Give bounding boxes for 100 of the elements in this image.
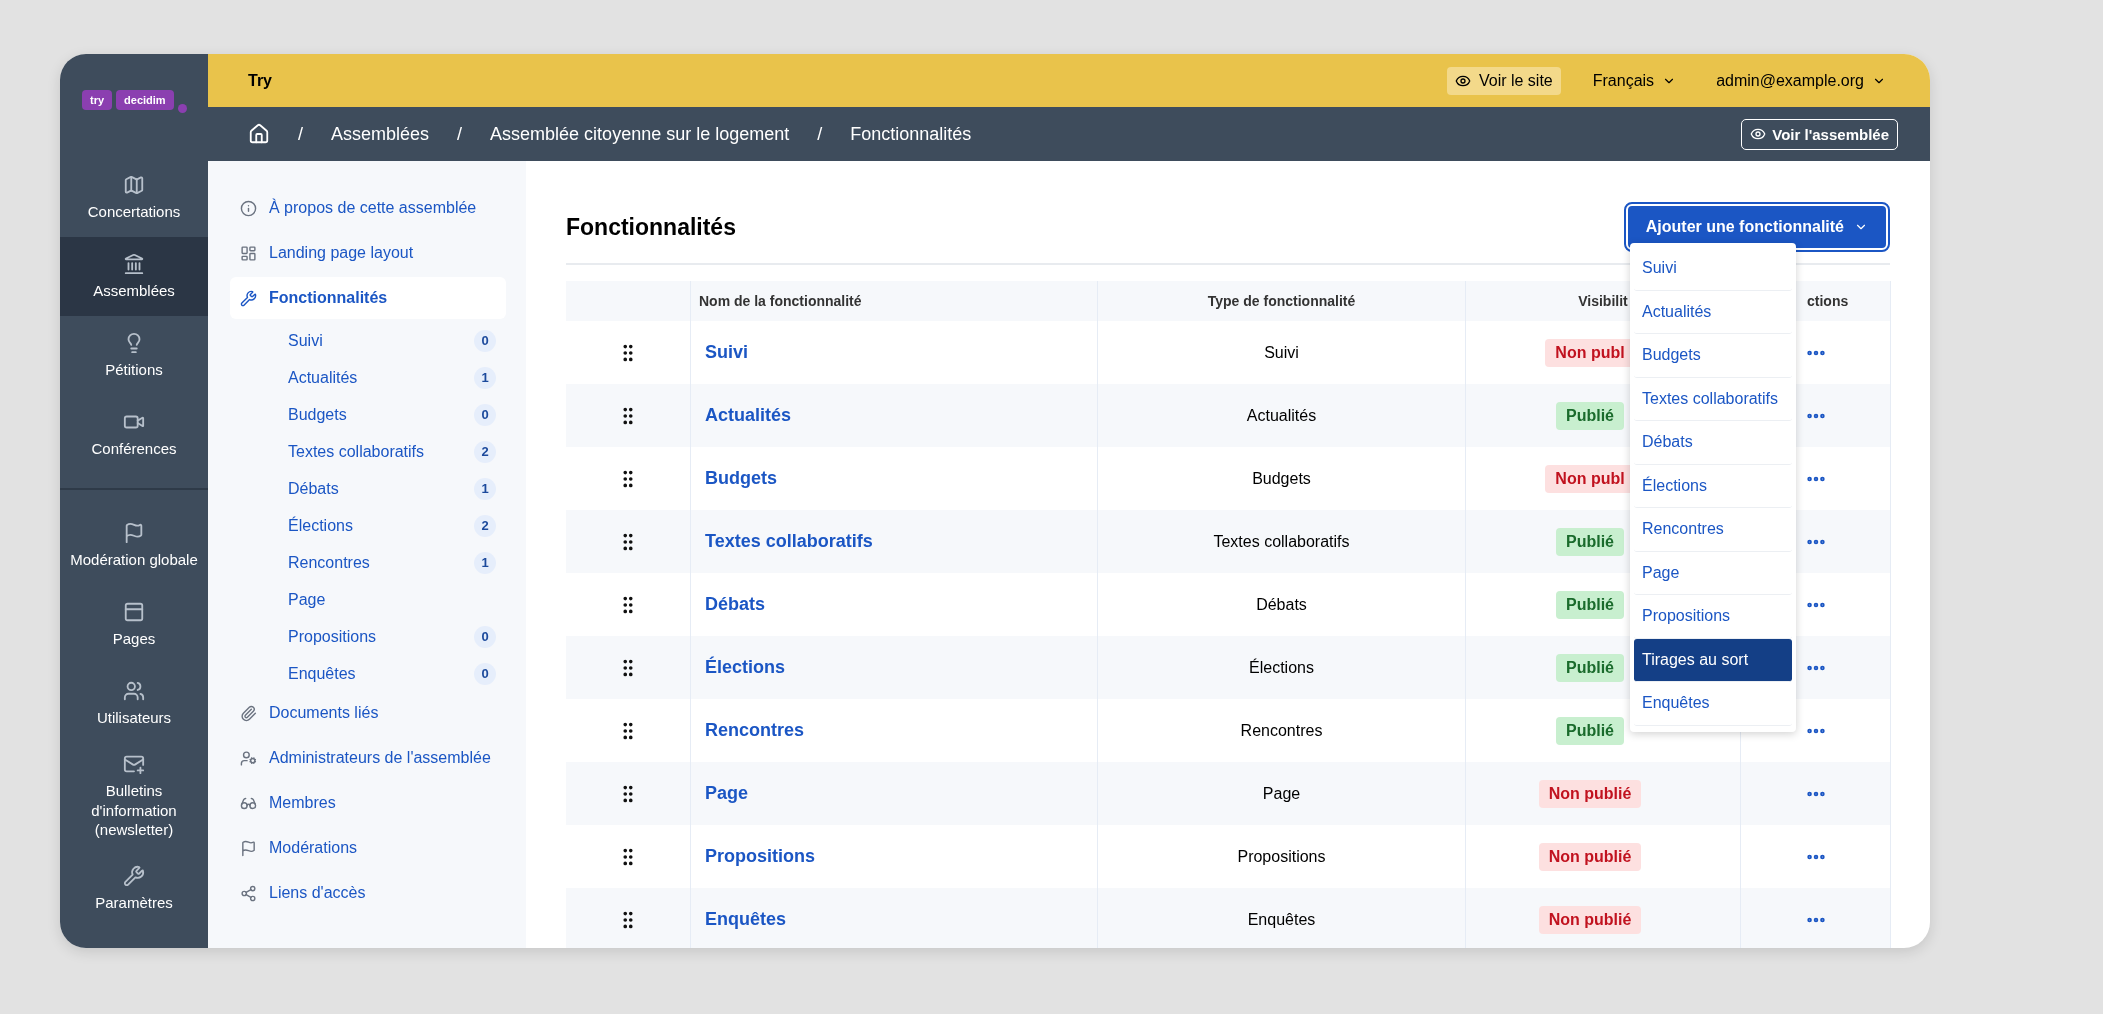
paperclip-icon — [240, 704, 257, 722]
sidebar-link[interactable]: Liens d'accès — [230, 872, 506, 914]
table-cell: Actualités — [1246, 406, 1317, 425]
component-label: Budgets — [288, 405, 347, 424]
column-header: Type de fonctionnalité — [1207, 293, 1356, 309]
sidebar-item[interactable]: Concertations — [60, 158, 208, 237]
table-cell: Élections — [1249, 658, 1314, 677]
menu-item[interactable]: Tirages au sort — [1634, 638, 1792, 682]
logo-text: decidim — [116, 90, 174, 110]
component-link[interactable]: Débats 1 — [230, 470, 506, 507]
component-label: Rencontres — [288, 553, 370, 572]
breadcrumb-separator: / — [817, 123, 823, 145]
component-name-link[interactable]: Budgets — [691, 468, 777, 489]
count-badge: 0 — [474, 329, 496, 352]
count-badge: 1 — [474, 551, 496, 574]
building-icon — [123, 252, 145, 275]
count-badge: 1 — [474, 477, 496, 500]
component-label: Page — [288, 590, 326, 609]
visibility-badge: Non publié — [1538, 842, 1642, 871]
share-icon — [240, 884, 257, 902]
sidebar-item[interactable]: Bulletins d'information (newsletter) — [60, 743, 208, 850]
component-name-link[interactable]: Débats — [691, 594, 766, 615]
sidebar-item[interactable]: Utilisateurs — [60, 664, 208, 743]
component-link[interactable]: Élections 2 — [230, 507, 506, 544]
breadcrumb-link[interactable]: Fonctionnalités — [850, 123, 972, 145]
table-cell: Enquêtes — [1247, 910, 1316, 929]
count-badge: 0 — [474, 403, 496, 426]
flag-icon — [123, 521, 145, 544]
visibility-badge: Publié — [1556, 590, 1624, 619]
sidebar-link[interactable]: Documents liés — [230, 692, 506, 734]
sidebar-link[interactable]: Membres — [230, 782, 506, 824]
component-name-link[interactable]: Élections — [691, 657, 786, 678]
page-icon — [123, 600, 145, 623]
column-header: ctions — [1807, 293, 1849, 309]
sidebar-item[interactable]: Pétitions — [60, 316, 208, 395]
sidebar-link[interactable]: Administrateurs de l'assemblée — [230, 737, 506, 779]
eye-icon — [1750, 126, 1767, 142]
breadcrumb-separator: / — [457, 123, 463, 145]
home-icon[interactable] — [248, 123, 270, 145]
site-title: Try — [248, 71, 272, 90]
count-badge: 0 — [474, 625, 496, 648]
component-name-link[interactable]: Suivi — [691, 342, 748, 363]
component-name-link[interactable]: Page — [691, 783, 749, 804]
language-selector[interactable]: Français — [1584, 66, 1685, 95]
component-label: Élections — [288, 516, 353, 535]
column-header: Nom de la fonctionnalité — [699, 293, 862, 309]
visibility-badge: Non publié — [1538, 905, 1642, 934]
count-badge: 0 — [474, 662, 496, 685]
component-name-link[interactable]: Textes collaboratifs — [691, 531, 873, 552]
view-site-link[interactable]: Voir le site — [1446, 66, 1561, 95]
sidebar-link[interactable]: Modérations — [230, 827, 506, 869]
visibility-badge: Publié — [1556, 527, 1624, 556]
component-name-link[interactable]: Rencontres — [691, 720, 805, 741]
component-label: Suivi — [288, 331, 323, 350]
table-cell: Rencontres — [1240, 721, 1323, 740]
component-link[interactable]: Actualités 1 — [230, 359, 506, 396]
visibility-badge: Publié — [1556, 653, 1624, 682]
component-label: Actualités — [288, 368, 358, 387]
logo-text: try — [82, 90, 113, 110]
table-cell: Débats — [1256, 595, 1307, 614]
breadcrumb-link[interactable]: Assemblée citoyenne sur le logement — [490, 123, 790, 145]
layout-icon — [240, 244, 257, 262]
sidebar-link[interactable]: Landing page layout — [230, 232, 506, 274]
table-cell: Textes collaboratifs — [1213, 532, 1350, 551]
component-label: Enquêtes — [288, 664, 356, 683]
component-label: Textes collaboratifs — [288, 442, 425, 461]
table-cell: Budgets — [1252, 469, 1311, 488]
column-header: Visibilit — [1578, 293, 1628, 309]
component-link[interactable]: Rencontres 1 — [230, 544, 506, 581]
component-link[interactable]: Enquêtes 0 — [230, 655, 506, 692]
component-name-link[interactable]: Enquêtes — [691, 909, 787, 930]
count-badge: 2 — [474, 440, 496, 463]
sidebar-item[interactable]: Paramètres — [60, 849, 208, 929]
logo-dot-icon — [177, 104, 187, 113]
user-menu[interactable]: admin@example.org — [1708, 66, 1894, 95]
table-cell: Suivi — [1264, 343, 1299, 362]
component-link[interactable]: Suivi 0 — [230, 322, 506, 359]
sidebar-item[interactable]: Pages — [60, 585, 208, 664]
tools-icon — [123, 865, 145, 888]
sidebar-item[interactable]: Modération globale — [60, 506, 208, 585]
sidebar-item[interactable]: Assemblées — [60, 237, 208, 316]
component-name-link[interactable]: Propositions — [691, 846, 815, 867]
component-link[interactable]: Propositions 0 — [230, 618, 506, 655]
component-link[interactable]: Textes collaboratifs 2 — [230, 433, 506, 470]
component-label: Propositions — [288, 627, 377, 646]
visibility-badge: Publié — [1556, 401, 1624, 430]
sidebar-item[interactable]: Conférences — [60, 395, 208, 474]
flag-icon — [240, 839, 257, 857]
sidebar-link[interactable]: Fonctionnalités — [230, 277, 506, 319]
breadcrumb-separator: / — [298, 123, 303, 145]
component-link[interactable]: Page — [230, 581, 506, 618]
info-icon — [240, 199, 257, 217]
component-name-link[interactable]: Actualités — [691, 405, 792, 426]
visibility-badge: Publié — [1556, 716, 1624, 745]
breadcrumb-link[interactable]: Assemblées — [331, 123, 430, 145]
count-badge: 1 — [474, 366, 496, 389]
component-label: Débats — [288, 479, 339, 498]
component-link[interactable]: Budgets 0 — [230, 396, 506, 433]
view-assembly-button[interactable]: Voir l'assemblée — [1741, 118, 1898, 150]
sidebar-link[interactable]: À propos de cette assemblée — [230, 187, 506, 229]
